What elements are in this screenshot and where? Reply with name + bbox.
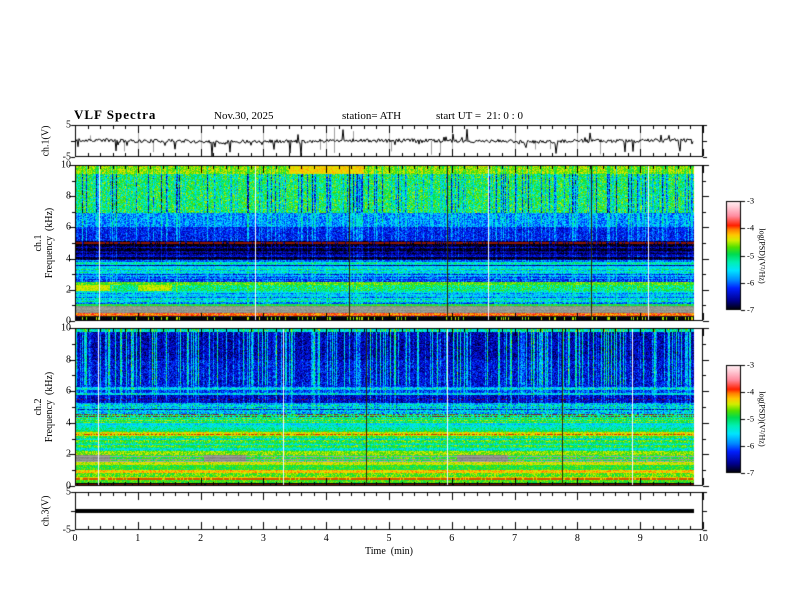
ch3-y-tick-label: 5 <box>66 486 71 498</box>
spec1-y-tick-label: 2 <box>66 284 71 296</box>
x-tick-label: 0 <box>72 533 78 544</box>
plot-start-ut: start UT = 21: 0 : 0 <box>436 110 523 122</box>
colorbar1-tick-label: -3 <box>747 195 755 206</box>
plot-title: VLF Spectra <box>74 107 157 122</box>
y-label-ch1-freq-line2: Frequency (kHz) <box>44 207 55 279</box>
y-label-ch1-freq-line1: ch.1 <box>33 234 44 252</box>
spec1-y-tick-label: 4 <box>66 253 71 265</box>
x-axis-label: Time (min) <box>365 546 413 557</box>
spec2-y-tick-label: 8 <box>66 354 71 366</box>
colorbar1-tick-label: -4 <box>747 222 755 233</box>
x-tick-label: 8 <box>574 533 580 544</box>
x-tick-label: 7 <box>512 533 518 544</box>
wave1-y-tick-label: -5 <box>62 151 71 163</box>
vlf-spectra-figure: VLF Spectra Nov.30, 2025 station= ATH st… <box>0 0 792 612</box>
colorbar1-tick-label: -5 <box>747 250 755 260</box>
x-tick-label: 4 <box>323 533 329 544</box>
plot-date: Nov.30, 2025 <box>214 110 274 122</box>
y-label-ch2-freq-line2: Frequency (kHz) <box>44 371 55 443</box>
y-label-ch2-freq: ch.2 Frequency (kHz) <box>33 372 55 443</box>
x-tick-label: 9 <box>637 533 643 544</box>
y-label-ch1-volts: ch.1(V) <box>40 125 52 157</box>
y-label-ch2-freq-line1: ch.2 <box>33 398 44 416</box>
y-label-ch3-volts: ch.3(V) <box>40 495 52 527</box>
colorbar1-tick-label: -6 <box>747 277 755 288</box>
x-tick-label: 2 <box>198 533 204 544</box>
x-tick-label: 10 <box>698 533 708 544</box>
spec1-y-tick-label: 8 <box>66 190 71 202</box>
spec2-y-tick-label: 10 <box>61 322 71 334</box>
spec2-y-tick-label: 2 <box>66 448 71 460</box>
colorbar2-tick-label: -6 <box>747 440 755 451</box>
x-tick-label: 3 <box>260 533 266 544</box>
colorbar2-tick-label: -7 <box>747 467 755 478</box>
plot-station: station= ATH <box>342 110 402 122</box>
spec2-y-tick-label: 6 <box>66 385 71 397</box>
y-label-ch1-freq: ch.1 Frequency (kHz) <box>33 208 55 279</box>
x-tick-label: 6 <box>449 533 455 544</box>
colorbar1-tick-label: -7 <box>747 304 755 315</box>
spec1-y-tick-label: 6 <box>66 221 71 233</box>
colorbar1-label: log(PSD)(V²/Hz) <box>757 228 767 284</box>
colorbar2-tick-label: -5 <box>747 413 755 424</box>
x-tick-label: 1 <box>135 533 141 544</box>
spec2-y-tick-label: 4 <box>66 417 71 429</box>
colorbar2-label: log(PSD)(V²/Hz) <box>757 391 767 447</box>
plot-canvas <box>0 0 792 612</box>
colorbar2-tick-label: -3 <box>747 359 755 370</box>
colorbar2-tick-label: -4 <box>747 386 755 397</box>
wave1-y-tick-label: 5 <box>66 119 71 131</box>
ch3-y-tick-label: -5 <box>62 524 71 536</box>
x-tick-label: 5 <box>386 533 392 544</box>
